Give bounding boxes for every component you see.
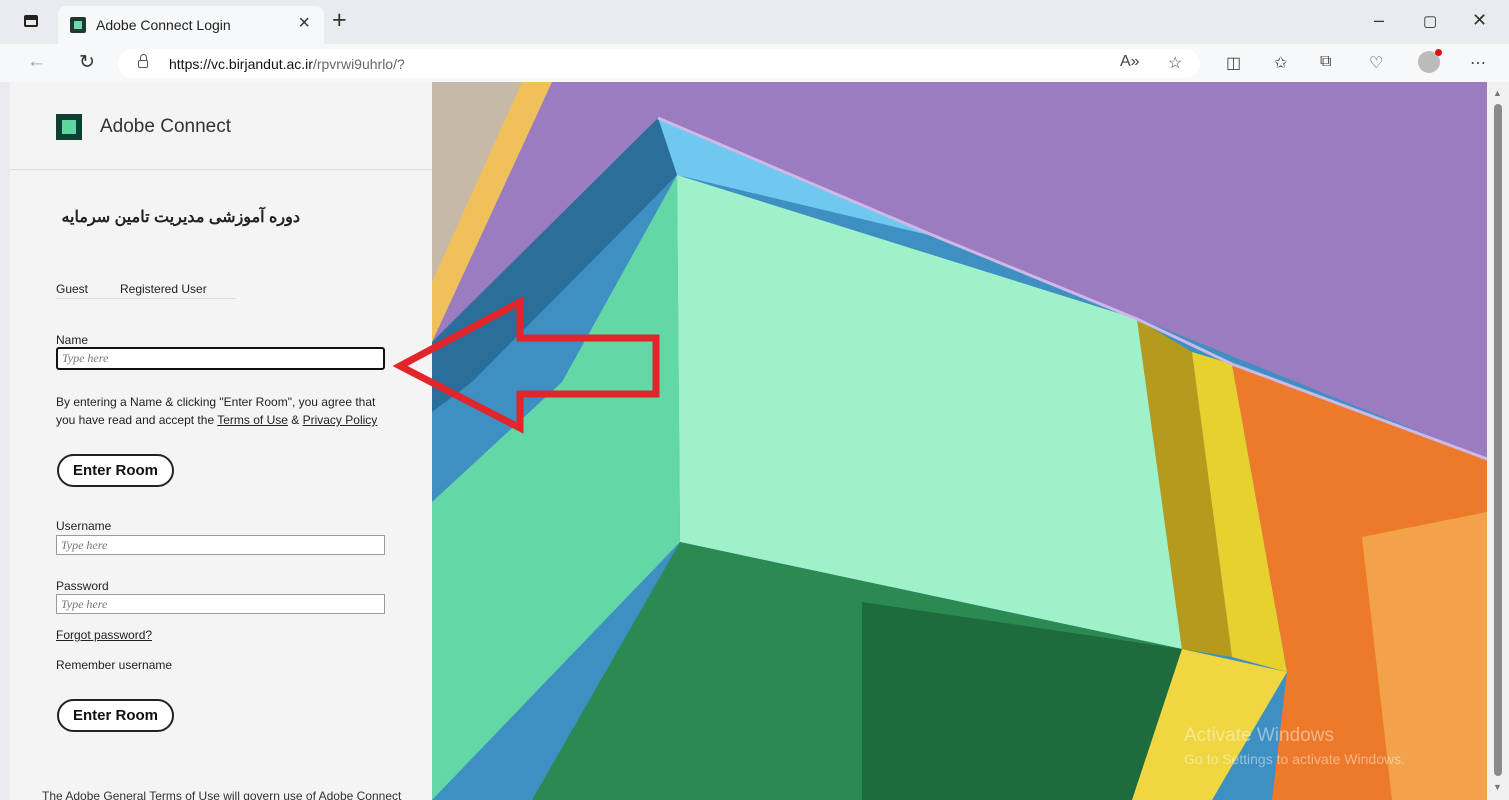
remember-username-option[interactable]: Remember username — [56, 658, 172, 672]
close-window-icon[interactable]: ✕ — [1472, 10, 1487, 31]
read-aloud-icon[interactable]: A» — [1120, 53, 1140, 71]
watermark-title: Activate Windows — [1184, 725, 1334, 746]
tab-strip: Adobe Connect Login × + – ▢ ✕ — [0, 0, 1509, 44]
forgot-password-link[interactable]: Forgot password? — [56, 628, 152, 642]
page-viewport: Adobe Connect دوره آموزشی مدیریت تامین س… — [10, 82, 1487, 800]
tab-title: Adobe Connect Login — [96, 17, 231, 33]
red-arrow-annotation — [392, 296, 660, 434]
registered-enter-room-button[interactable]: Enter Room — [57, 699, 174, 732]
agreement-and: & — [287, 413, 303, 427]
agreement-text: By entering a Name & clicking "Enter Roo… — [56, 393, 386, 429]
terms-of-use-link[interactable]: Terms of Use — [217, 413, 288, 427]
background-artwork — [432, 82, 1487, 800]
back-icon[interactable]: ← — [27, 51, 46, 73]
guest-enter-room-button[interactable]: Enter Room — [57, 454, 174, 487]
privacy-policy-link[interactable]: Privacy Policy — [303, 413, 378, 427]
login-panel: Adobe Connect دوره آموزشی مدیریت تامین س… — [10, 82, 432, 800]
logo-text: Adobe Connect — [100, 116, 231, 137]
tab-close-icon[interactable]: × — [298, 13, 310, 33]
tab-actions-icon[interactable] — [24, 15, 38, 27]
scroll-thumb[interactable] — [1494, 104, 1502, 776]
address-bar[interactable]: https://vc.birjandut.ac.ir/rpvrwi9uhrlo/… — [118, 49, 1200, 78]
refresh-icon[interactable]: ↻ — [79, 51, 95, 74]
password-input[interactable] — [56, 594, 385, 614]
restore-icon[interactable]: ▢ — [1423, 12, 1437, 30]
url-host: https://vc.birjandut.ac.ir — [169, 56, 313, 72]
favorites-icon[interactable]: ✩ — [1274, 53, 1287, 73]
url-path: /rpvrwi9uhrlo/? — [312, 56, 405, 72]
browser-essentials-icon[interactable]: ♡ — [1369, 53, 1383, 73]
browser-toolbar: ← ↻ https://vc.birjandut.ac.ir/rpvrwi9uh… — [0, 44, 1509, 82]
scroll-down-icon[interactable]: ▼ — [1493, 782, 1502, 792]
more-menu-icon[interactable]: ⋯ — [1470, 53, 1486, 73]
new-tab-icon[interactable]: + — [332, 8, 347, 33]
username-input[interactable] — [56, 535, 385, 555]
tab-guest[interactable]: Guest — [56, 282, 88, 296]
collections-icon[interactable]: ⧉ — [1320, 53, 1331, 71]
password-label: Password — [56, 579, 109, 593]
browser-tab[interactable]: Adobe Connect Login × — [58, 6, 324, 44]
tab-underline — [56, 298, 236, 299]
name-input[interactable] — [56, 347, 385, 370]
adobe-connect-logo-icon — [56, 114, 82, 140]
profile-avatar[interactable] — [1418, 49, 1442, 73]
tab-registered-user[interactable]: Registered User — [120, 282, 207, 296]
split-screen-icon[interactable]: ◫ — [1226, 53, 1241, 73]
page-scrollbar[interactable]: ▲ ▼ — [1487, 82, 1509, 800]
name-label: Name — [56, 333, 89, 347]
terms-footer-note: The Adobe General Terms of Use will gove… — [42, 789, 402, 800]
header-divider — [10, 169, 432, 170]
favorite-star-icon[interactable]: ☆ — [1168, 53, 1182, 73]
room-title: دوره آموزشی مدیریت تامین سرمایه — [61, 209, 300, 226]
url-text: https://vc.birjandut.ac.ir/rpvrwi9uhrlo/… — [169, 56, 405, 72]
scroll-up-icon[interactable]: ▲ — [1493, 88, 1502, 98]
lock-icon[interactable] — [138, 54, 148, 68]
activate-windows-watermark: Activate Windows Go to Settings to activ… — [1184, 725, 1405, 767]
username-label: Username — [56, 519, 112, 533]
adobe-connect-favicon-icon — [70, 17, 86, 33]
watermark-subtitle: Go to Settings to activate Windows. — [1184, 751, 1405, 767]
minimize-icon[interactable]: – — [1374, 10, 1384, 31]
